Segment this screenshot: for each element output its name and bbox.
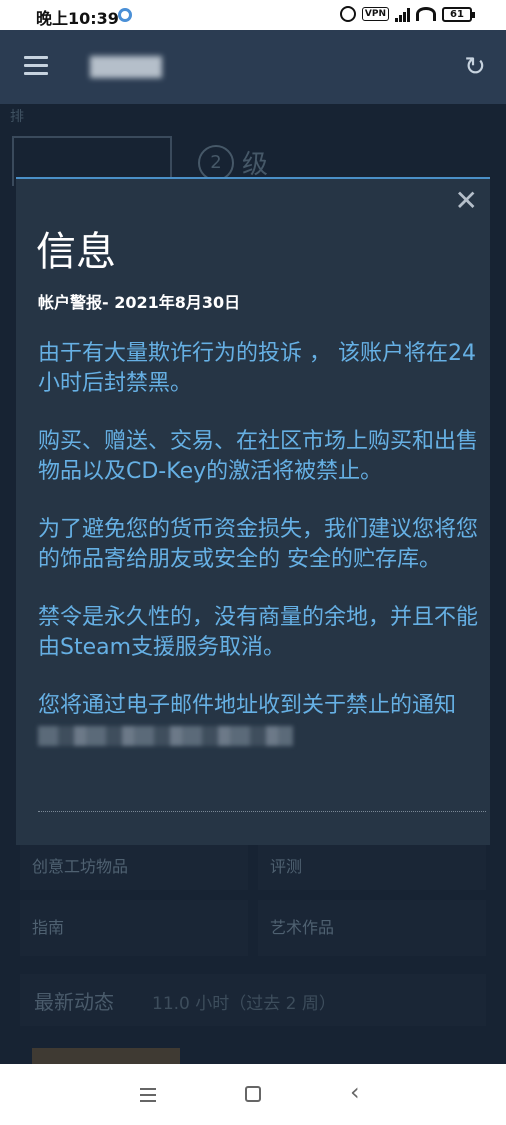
battery-icon: 61 [442,6,475,22]
status-bar: 晚上10:39 VPN 61 [0,0,506,30]
tile-artwork[interactable]: 艺术作品 [258,900,486,956]
recent-activity-title: 最新动态 [34,990,114,1014]
tile-guides[interactable]: 指南 [20,900,248,956]
recents-icon[interactable] [140,1088,156,1106]
app-header: ↻ [0,30,506,104]
tab-fragment: 排 [10,109,24,125]
blurred-username [90,56,162,78]
dialog-subtitle: 帐户警报- 2021年8月30日 [38,293,241,312]
app-notification-icon [118,8,132,22]
paragraph-permanent: 禁令是永久性的，没有商量的余地，并且不能由Steam支援服务取消。 [38,605,479,660]
email-notice-text: 您将通过电子邮件地址收到关于禁止的通知 [38,693,457,718]
back-icon[interactable]: ‹ [350,1078,360,1106]
wifi-icon [416,7,436,21]
refresh-icon[interactable]: ↻ [462,54,488,80]
game-thumbnail[interactable] [32,1048,180,1064]
close-icon[interactable]: ✕ [455,187,478,215]
info-dialog: ✕ 信息 帐户警报- 2021年8月30日 由于有大量欺诈行为的投诉 ， 该账户… [16,177,490,845]
paragraph-complaint: 由于有大量欺诈行为的投诉 ， 该账户将在24小时后封禁黑。 [38,341,476,396]
vpn-badge: VPN [361,7,389,21]
tile-workshop[interactable]: 创意工坊物品 [20,844,248,890]
level-number: 2 [198,144,234,181]
status-icons: VPN 61 [339,6,475,22]
dialog-title: 信息 [36,229,116,275]
paragraph-advice: 为了避免您的货币资金损失，我们建议您将您的饰品寄给朋友或安全的 安全的贮存库。 [38,517,479,572]
dotted-divider [38,811,486,812]
level-indicator: 2 级 [198,144,268,181]
paragraph-email-notice: 您将通过电子邮件地址收到关于禁止的通知 [38,691,478,751]
paragraph-restrictions: 购买、赠送、交易、在社区市场上购买和出售物品以及CD-Key的激活将被禁止。 [38,429,479,484]
recent-activity-section: 最新动态 11.0 小时（过去 2 周） [20,974,486,1026]
hamburger-icon[interactable] [24,56,48,76]
recent-activity-hours: 11.0 小时（过去 2 周） [152,994,336,1014]
alarm-icon [339,6,356,22]
redacted-email [38,726,293,746]
dialog-body: 由于有大量欺诈行为的投诉 ， 该账户将在24小时后封禁黑。 购买、赠送、交易、在… [38,339,478,779]
status-time: 晚上10:39 [36,9,119,28]
level-label: 级 [242,150,269,180]
tile-reviews[interactable]: 评测 [258,844,486,890]
system-nav-bar: ‹ [0,1064,506,1125]
home-icon[interactable] [245,1086,261,1102]
signal-icon [395,7,410,22]
